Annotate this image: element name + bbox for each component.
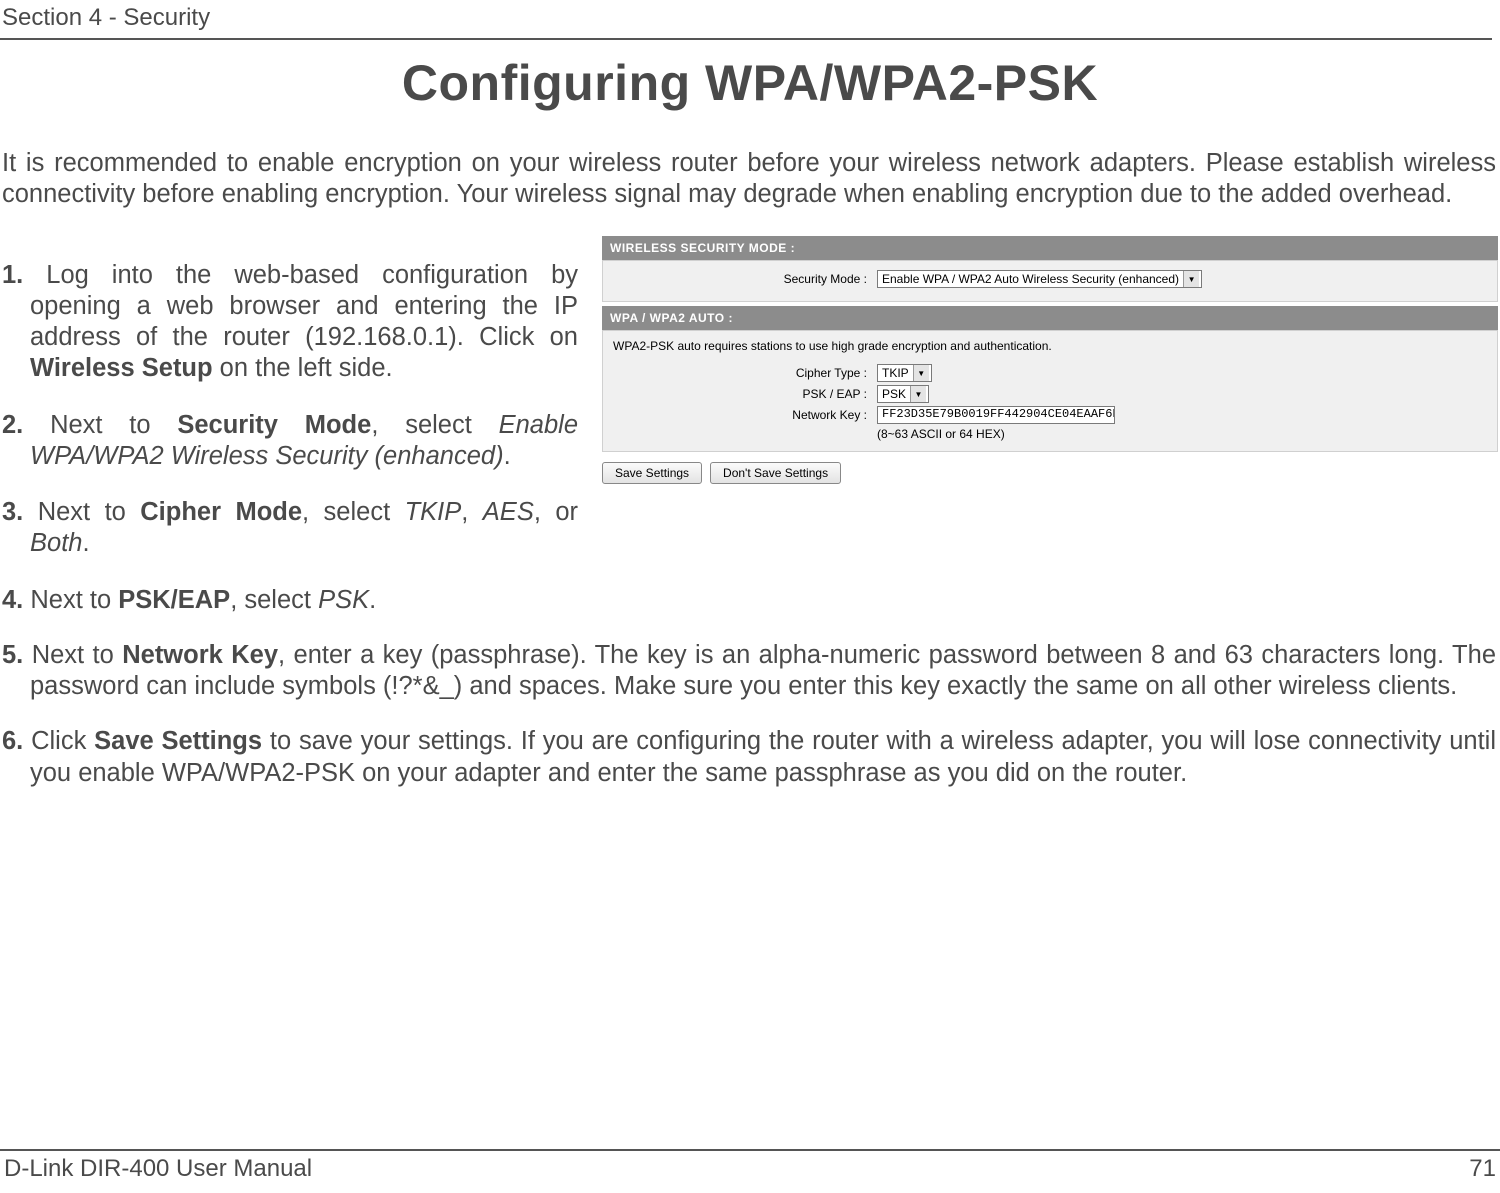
chevron-down-icon: ▼ (1183, 271, 1199, 287)
step-bold: Network Key (122, 641, 278, 669)
step-bold: Security Mode (177, 411, 371, 439)
panel-body-security-mode: Security Mode : Enable WPA / WPA2 Auto W… (602, 260, 1498, 302)
step-text: , select (302, 498, 405, 526)
step-text: , select (230, 586, 318, 614)
cipher-type-select[interactable]: TKIP ▼ (877, 364, 932, 382)
chevron-down-icon: ▼ (910, 386, 926, 402)
panel-header-security-mode: WIRELESS SECURITY MODE : (602, 236, 1498, 260)
step-2: 2. Next to Security Mode, select Enable … (2, 410, 578, 472)
step-bold: Save Settings (94, 727, 262, 755)
step-text: . (82, 529, 89, 557)
step-text: Log into the web-based configuration by … (23, 261, 578, 351)
page-number: 71 (1469, 1155, 1496, 1183)
step-number: 1. (2, 261, 23, 289)
wpa-description: WPA2-PSK auto requires stations to use h… (611, 337, 1489, 361)
section-label: Section 4 - Security (0, 4, 1492, 32)
step-number: 5. (2, 641, 23, 669)
psk-eap-select[interactable]: PSK ▼ (877, 385, 929, 403)
step-4: 4. Next to PSK/EAP, select PSK. (2, 585, 578, 616)
step-text: . (369, 586, 376, 614)
step-text: , select (371, 411, 498, 439)
step-text: on the left side. (213, 354, 393, 382)
step-italic: AES (483, 498, 534, 526)
intro-paragraph: It is recommended to enable encryption o… (2, 148, 1496, 210)
security-mode-value: Enable WPA / WPA2 Auto Wireless Security… (882, 272, 1179, 286)
network-key-input[interactable]: FF23D35E79B0019FF442904CE04EAAF6BC15 (877, 406, 1115, 424)
step-1: 1. Log into the web-based configuration … (2, 260, 578, 384)
step-text: . (504, 442, 511, 470)
step-text: Click (23, 727, 94, 755)
panel-header-wpa-auto: WPA / WPA2 AUTO : (602, 306, 1498, 330)
bottom-divider (0, 1149, 1500, 1151)
step-3: 3. Next to Cipher Mode, select TKIP, AES… (2, 497, 578, 559)
step-text: Next to (23, 641, 122, 669)
security-mode-label: Security Mode : (611, 272, 877, 286)
step-number: 4. (2, 586, 23, 614)
panel-body-wpa-auto: WPA2-PSK auto requires stations to use h… (602, 330, 1498, 452)
step-text: Next to (23, 586, 118, 614)
chevron-down-icon: ▼ (913, 365, 929, 381)
step-text: Next to (23, 498, 140, 526)
step-bold: Wireless Setup (30, 354, 213, 382)
cipher-type-value: TKIP (882, 366, 909, 380)
psk-eap-value: PSK (882, 387, 906, 401)
router-config-panel: WIRELESS SECURITY MODE : Security Mode :… (602, 236, 1498, 484)
step-text: , or (534, 498, 578, 526)
dont-save-settings-button[interactable]: Don't Save Settings (710, 462, 841, 484)
network-key-hint: (8~63 ASCII or 64 HEX) (877, 427, 1489, 441)
step-number: 6. (2, 727, 23, 755)
step-text: Next to (23, 411, 177, 439)
step-text: , (461, 498, 483, 526)
step-italic: TKIP (405, 498, 462, 526)
security-mode-select[interactable]: Enable WPA / WPA2 Auto Wireless Security… (877, 270, 1202, 288)
step-6: 6. Click Save Settings to save your sett… (2, 726, 1496, 788)
top-divider (0, 38, 1492, 40)
page-title: Configuring WPA/WPA2-PSK (0, 54, 1500, 112)
step-5: 5. Next to Network Key, enter a key (pas… (2, 640, 1496, 702)
step-italic: Both (30, 529, 82, 557)
network-key-label: Network Key : (611, 408, 877, 422)
footer-manual-title: D-Link DIR-400 User Manual (4, 1155, 312, 1183)
psk-eap-label: PSK / EAP : (611, 387, 877, 401)
save-settings-button[interactable]: Save Settings (602, 462, 702, 484)
step-number: 3. (2, 498, 23, 526)
step-italic: PSK (318, 586, 369, 614)
step-bold: Cipher Mode (140, 498, 302, 526)
step-bold: PSK/EAP (118, 586, 230, 614)
cipher-type-label: Cipher Type : (611, 366, 877, 380)
step-number: 2. (2, 411, 23, 439)
